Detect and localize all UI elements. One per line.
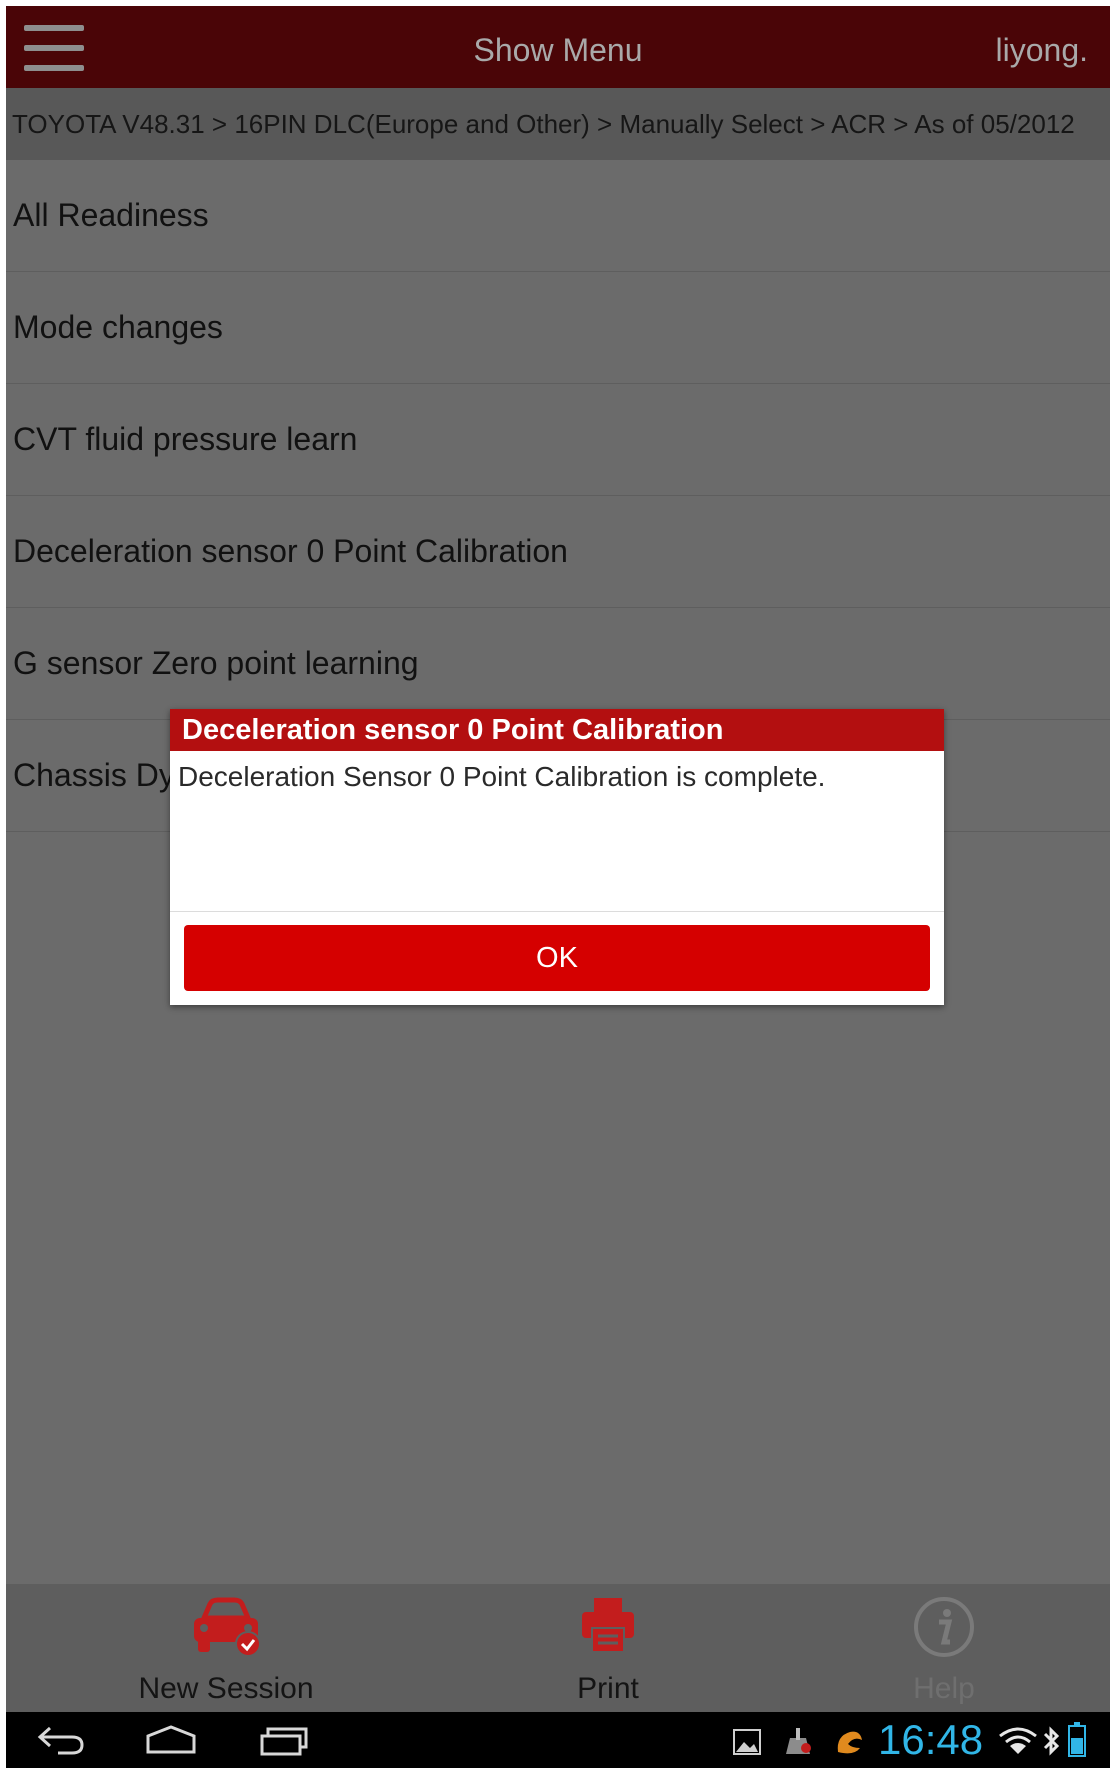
action-bar: Show Menu liyong. <box>6 6 1110 88</box>
status-clock: 16:48 <box>878 1716 984 1763</box>
list-item-deceleration-sensor-calibration[interactable]: Deceleration sensor 0 Point Calibration <box>6 496 1110 608</box>
bluetooth-icon <box>1043 1726 1060 1756</box>
user-name[interactable]: liyong. <box>996 32 1089 69</box>
new-session-label: New Session <box>138 1672 314 1705</box>
help-button[interactable]: Help <box>824 1584 1064 1712</box>
dialog-title: Deceleration sensor 0 Point Calibration <box>170 709 944 751</box>
system-nav-bar: 16:48 <box>6 1712 1110 1768</box>
gallery-icon <box>733 1729 761 1755</box>
calibration-dialog: Deceleration sensor 0 Point Calibration … <box>170 709 944 1005</box>
page-title[interactable]: Show Menu <box>6 32 1110 69</box>
bottom-toolbar: New Session Print Help <box>6 1584 1110 1712</box>
back-icon[interactable] <box>36 1724 86 1756</box>
app-screen: Show Menu liyong. TOYOTA V48.31 > 16PIN … <box>6 6 1110 1768</box>
list-item-g-sensor-zero-point[interactable]: G sensor Zero point learning <box>6 608 1110 720</box>
cleaner-app-icon <box>786 1728 811 1754</box>
list-item-cvt-fluid-pressure-learn[interactable]: CVT fluid pressure learn <box>6 384 1110 496</box>
wifi-icon <box>999 1727 1037 1754</box>
car-check-icon <box>194 1597 261 1657</box>
print-button[interactable]: Print <box>488 1584 728 1712</box>
print-label: Print <box>577 1672 639 1705</box>
list-item-mode-changes[interactable]: Mode changes <box>6 272 1110 384</box>
list-item-all-readiness[interactable]: All Readiness <box>6 160 1110 272</box>
help-label: Help <box>913 1672 975 1705</box>
recent-apps-icon[interactable] <box>258 1726 310 1756</box>
info-icon <box>914 1597 974 1657</box>
home-icon[interactable] <box>144 1724 198 1756</box>
new-session-button[interactable]: New Session <box>106 1584 346 1712</box>
ok-button[interactable]: OK <box>184 925 930 991</box>
uc-browser-icon <box>837 1731 862 1754</box>
dialog-message: Deceleration Sensor 0 Point Calibration … <box>170 751 944 912</box>
printer-icon <box>582 1598 634 1653</box>
breadcrumb: TOYOTA V48.31 > 16PIN DLC(Europe and Oth… <box>6 88 1110 160</box>
battery-icon <box>1068 1722 1086 1757</box>
